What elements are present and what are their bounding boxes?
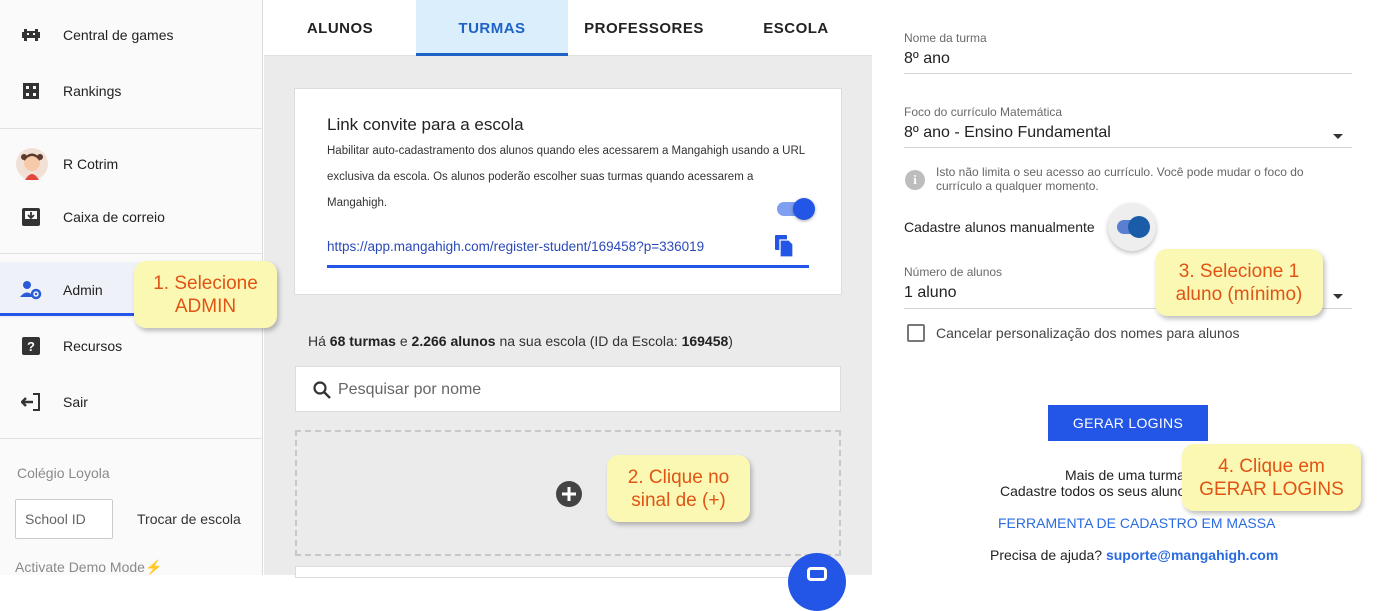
sidebar-divider xyxy=(0,128,263,129)
grid-icon xyxy=(20,80,42,102)
curriculum-info: Isto não limita o seu acesso ao currícul… xyxy=(936,165,1304,193)
tab-professores[interactable]: PROFESSORES xyxy=(568,0,720,56)
callout-line: 3. Selecione 1 xyxy=(1178,260,1300,282)
chevron-down-icon[interactable] xyxy=(1333,294,1343,299)
sidebar-divider xyxy=(0,253,263,254)
num-students-select[interactable]: 1 aluno xyxy=(904,284,957,302)
tab-escola[interactable]: ESCOLA xyxy=(720,0,872,56)
sidebar-item-label: Admin xyxy=(63,282,103,298)
class-name-label: Nome da turma xyxy=(904,31,987,45)
demo-mode-label: Activate Demo Mode xyxy=(15,559,145,575)
summary-prefix: Há xyxy=(308,333,326,349)
callout-line: GERAR LOGINS xyxy=(1199,478,1344,500)
invite-link-underline xyxy=(327,265,809,268)
logout-icon xyxy=(20,391,42,413)
camera-icon xyxy=(807,567,827,581)
class-card xyxy=(295,566,841,578)
gamepad-icon xyxy=(20,24,42,46)
school-id-value: 169458 xyxy=(681,333,729,349)
curriculum-select[interactable]: 8º ano - Ensino Fundamental xyxy=(904,124,1111,142)
invite-toggle[interactable] xyxy=(777,198,815,220)
sidebar-item-label: Rankings xyxy=(63,83,122,99)
tab-turmas[interactable]: TURMAS xyxy=(416,0,568,56)
invite-description: Habilitar auto-cadastramento dos alunos … xyxy=(327,145,805,209)
callout-line: 1. Selecione xyxy=(153,272,258,294)
toggle-knob xyxy=(793,198,815,220)
manual-signup-toggle[interactable] xyxy=(1117,216,1150,238)
sidebar-item-inbox[interactable]: Caixa de correio xyxy=(0,189,263,245)
demo-mode-link[interactable]: Activate Demo Mode⚡ xyxy=(15,559,162,576)
search-icon xyxy=(312,380,332,400)
cancel-personalization-checkbox[interactable] xyxy=(907,324,925,342)
manual-signup-label: Cadastre alunos manualmente xyxy=(904,219,1095,235)
callout-step-2: 2. Clique no sinal de (+) xyxy=(607,455,750,522)
summary-conj: e xyxy=(399,333,408,349)
add-class-area[interactable] xyxy=(295,430,841,556)
class-name-field[interactable]: 8º ano xyxy=(904,50,950,68)
summary-middle: na sua escola (ID da Escola: xyxy=(499,333,678,349)
help-prefix: Precisa de ajuda? xyxy=(990,547,1103,563)
change-school-button[interactable]: Trocar de escola xyxy=(137,511,241,527)
generate-logins-button[interactable]: GERAR LOGINS xyxy=(1048,405,1208,441)
sidebar-item-label: Central de games xyxy=(63,27,174,43)
sidebar-item-games[interactable]: Central de games xyxy=(0,7,263,63)
sidebar-item-label: Recursos xyxy=(63,338,123,354)
field-underline xyxy=(904,73,1352,74)
more-classes-subtext: Cadastre todos os seus aluno xyxy=(1000,483,1186,499)
callout-line: 2. Clique no xyxy=(627,466,730,488)
sidebar-item-profile[interactable]: R Cotrim xyxy=(0,136,263,192)
svg-text:?: ? xyxy=(27,339,35,354)
school-summary: Há 68 turmas e 2.266 alunos na sua escol… xyxy=(308,333,733,349)
sidebar-item-label: Caixa de correio xyxy=(63,209,165,225)
callout-line: aluno (mínimo) xyxy=(1175,283,1303,305)
callout-step-4: 4. Clique em GERAR LOGINS xyxy=(1182,444,1361,511)
summary-suffix: ) xyxy=(728,333,733,349)
inbox-icon xyxy=(20,206,42,228)
toggle-knob xyxy=(1128,216,1150,238)
callout-line: ADMIN xyxy=(174,295,237,317)
sidebar-item-label: Sair xyxy=(63,394,88,410)
school-id-input[interactable] xyxy=(15,499,113,539)
support-email-link[interactable]: suporte@mangahigh.com xyxy=(1106,547,1278,563)
sidebar-item-rankings[interactable]: Rankings xyxy=(0,63,263,119)
admin-users-icon xyxy=(20,279,42,301)
class-count: 68 turmas xyxy=(329,333,396,349)
plus-circle-icon[interactable] xyxy=(555,480,583,508)
help-line: Precisa de ajuda? suporte@mangahigh.com xyxy=(990,547,1278,563)
curriculum-label: Foco do currículo Matemática xyxy=(904,105,1063,119)
student-count: 2.266 alunos xyxy=(411,333,496,349)
search-input[interactable] xyxy=(336,375,816,405)
invite-title: Link convite para a escola xyxy=(327,115,524,134)
lightning-icon: ⚡ xyxy=(144,559,163,575)
camera-fab-button[interactable] xyxy=(788,553,846,611)
search-box xyxy=(295,366,841,412)
callout-step-1: 1. Selecione ADMIN xyxy=(134,261,277,328)
sidebar-item-label: R Cotrim xyxy=(63,156,119,172)
callout-step-3: 3. Selecione 1 aluno (mínimo) xyxy=(1155,249,1323,316)
tab-alunos[interactable]: ALUNOS xyxy=(264,0,416,56)
chevron-down-icon[interactable] xyxy=(1333,134,1343,139)
active-indicator xyxy=(0,313,138,316)
field-underline xyxy=(904,147,1352,148)
more-classes-text: Mais de uma turma xyxy=(1065,467,1185,483)
num-students-label: Número de alunos xyxy=(904,265,1003,279)
info-icon: i xyxy=(905,170,925,190)
main-content: ALUNOS TURMAS PROFESSORES ESCOLA Link co… xyxy=(264,0,872,611)
copy-icon[interactable] xyxy=(773,235,795,258)
callout-line: 4. Clique em xyxy=(1218,455,1325,477)
school-name: Colégio Loyola xyxy=(17,465,110,481)
invite-link[interactable]: https://app.mangahigh.com/register-stude… xyxy=(327,239,704,254)
help-icon: ? xyxy=(20,335,42,357)
cancel-personalization-label: Cancelar personalização dos nomes para a… xyxy=(936,325,1240,341)
avatar xyxy=(16,148,48,180)
sidebar-item-logout[interactable]: Sair xyxy=(0,374,263,430)
tab-bar: ALUNOS TURMAS PROFESSORES ESCOLA xyxy=(264,0,872,56)
callout-line: sinal de (+) xyxy=(631,489,726,511)
mass-signup-link[interactable]: FERRAMENTA DE CADASTRO EM MASSA xyxy=(998,515,1275,531)
sidebar-divider xyxy=(0,438,263,439)
invite-card: Link convite para a escola Habilitar aut… xyxy=(294,88,842,295)
